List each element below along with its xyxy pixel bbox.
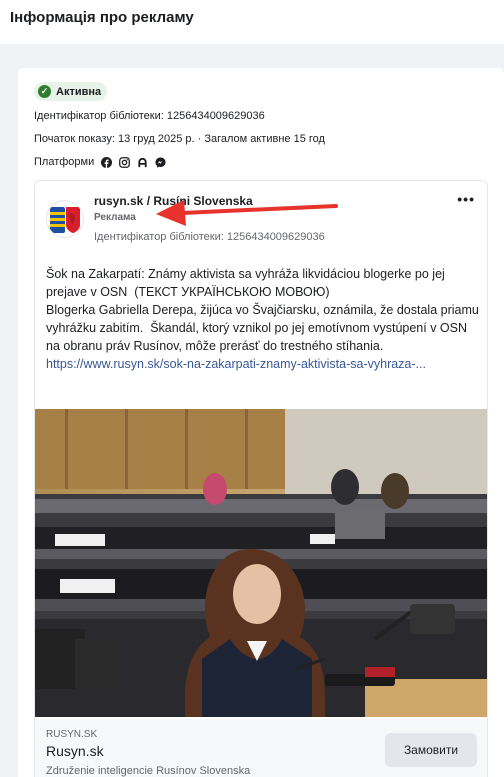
status-label: Активна (56, 85, 102, 98)
page-title: Інформація про рекламу (10, 9, 194, 26)
messenger-icon (155, 156, 166, 168)
ad-library-id: Ідентифікатор бібліотеки: 12564340096290… (94, 231, 325, 243)
ad-preview: rusyn.sk / Rusíni Slovenska Реклама Іден… (34, 180, 488, 777)
status-badge: ✓ Активна (34, 82, 108, 101)
ad-text: Šok na Zakarpatí: Známy aktivista sa vyh… (46, 267, 479, 353)
platforms-row: Платформи (34, 156, 166, 168)
sponsored-label: Реклама (94, 212, 136, 223)
page-logo[interactable] (46, 200, 84, 238)
instagram-icon (119, 156, 131, 168)
footer-description: Združenie inteligencie Rusínov Slovenska (46, 765, 251, 777)
facebook-icon (101, 156, 113, 168)
more-horizontal-icon[interactable]: ••• (457, 191, 475, 207)
footer-title[interactable]: Rusyn.sk (46, 743, 104, 759)
red-arrow-annotation (156, 200, 338, 226)
ad-footer[interactable]: RUSYN.SK Rusyn.sk Združenie inteligencie… (35, 719, 487, 777)
ad-link[interactable]: https://www.rusyn.sk/sok-na-zakarpati-zn… (46, 355, 482, 373)
ad-body-text: Šok na Zakarpatí: Známy aktivista sa vyh… (46, 265, 482, 373)
platforms-label: Платформи (34, 156, 95, 168)
footer-domain: RUSYN.SK (46, 729, 98, 740)
top-header: Інформація про рекламу (0, 0, 504, 44)
library-id-line: Ідентифікатор бібліотеки: 12564340096290… (34, 110, 265, 122)
check-icon: ✓ (38, 85, 51, 98)
ad-info-card: ✓ Активна Ідентифікатор бібліотеки: 1256… (18, 68, 504, 777)
start-date-line: Початок показу: 13 груд 2025 р. · Загало… (34, 133, 325, 145)
conference-photo (35, 409, 487, 717)
rusyn-logo-icon (50, 207, 80, 233)
audience-network-icon (138, 157, 147, 167)
ad-image[interactable] (35, 409, 487, 717)
order-button[interactable]: Замовити (385, 733, 477, 767)
